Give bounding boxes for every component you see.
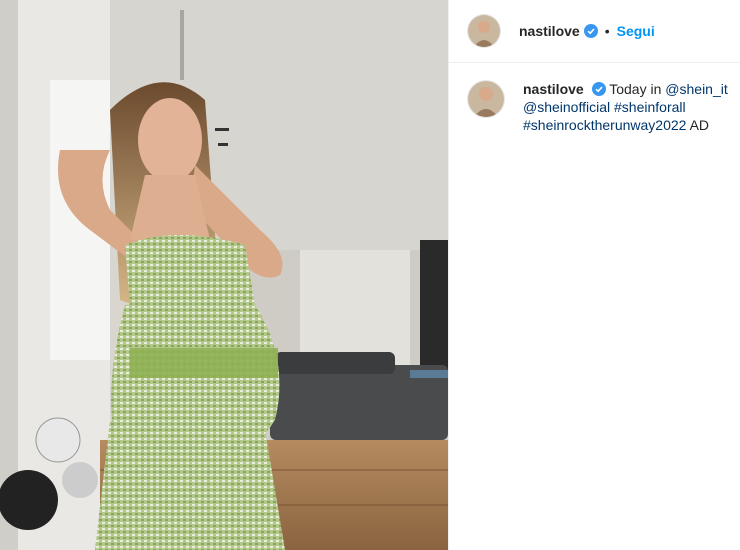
post-photo-illustration [0, 0, 448, 550]
separator-dot: • [604, 23, 610, 39]
caption-ad-label: AD [689, 117, 710, 133]
user-avatar[interactable] [467, 14, 501, 48]
post-photo[interactable] [0, 0, 448, 550]
mention-sheinofficial[interactable]: @sheinofficial [523, 99, 610, 115]
caption-intro: Today in [609, 81, 662, 97]
verified-badge-icon [583, 24, 598, 38]
verified-badge-icon [591, 82, 606, 96]
caption-avatar[interactable] [467, 80, 505, 118]
caption-username-link[interactable]: nastilove [523, 81, 584, 97]
mention-shein-it[interactable]: @shein_it [665, 81, 727, 97]
post-header: nastilove • Segui [449, 0, 740, 63]
post-side-panel: nastilove • Segui nastilove Today in @sh… [448, 0, 740, 550]
follow-button[interactable]: Segui [617, 23, 655, 39]
caption-row: nastilove Today in @shein_it @sheinoffic… [467, 80, 729, 134]
caption-text: nastilove Today in @shein_it @sheinoffic… [523, 80, 729, 134]
hashtag-sheinforall[interactable]: #sheinforall [614, 99, 686, 115]
avatar-image [468, 15, 500, 47]
hashtag-sheinrocktherunway2022[interactable]: #sheinrocktherunway2022 [523, 117, 686, 133]
caption-avatar-image [468, 81, 504, 117]
username-link[interactable]: nastilove [519, 23, 580, 39]
